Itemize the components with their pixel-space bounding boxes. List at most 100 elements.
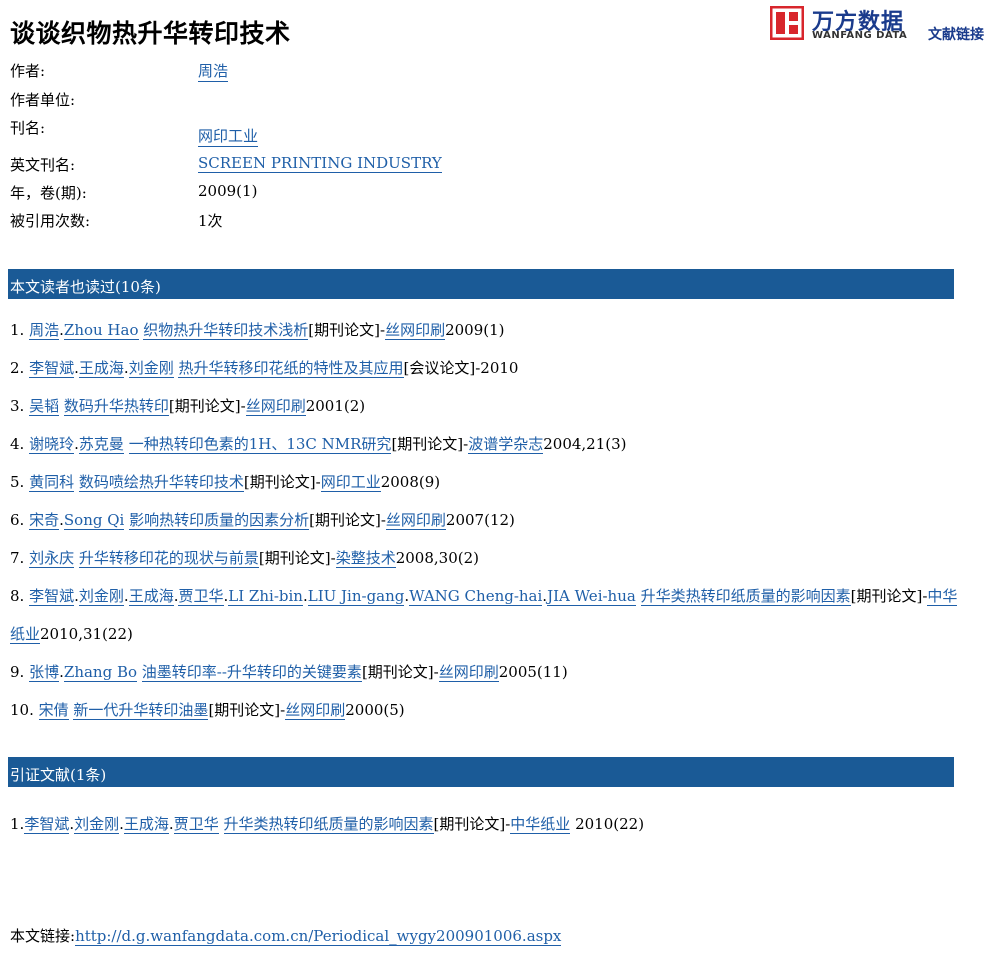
author-link[interactable]: 刘永庆 <box>29 549 75 568</box>
article-title-link[interactable]: 数码喷绘热升华转印技术 <box>78 473 244 492</box>
reader-number: 3. <box>10 397 30 415</box>
footer: 本文链接:http://d.g.wanfangdata.com.cn/Perio… <box>10 925 562 946</box>
author-link[interactable]: Zhou Hao <box>63 321 139 340</box>
citation-number: 1. <box>10 815 25 833</box>
issue-info: 2004,21(3) <box>543 435 627 453</box>
source-journal-link[interactable]: 丝网印刷 <box>385 511 446 530</box>
source-journal-link[interactable]: 网印工业 <box>320 473 381 492</box>
issue-info: 2000(5) <box>345 701 405 719</box>
article-title-link[interactable]: 热升华转移印花纸的特性及其应用 <box>178 359 404 378</box>
author-link[interactable]: 张博 <box>29 663 60 682</box>
source-journal-link[interactable]: 中华纸业 <box>510 815 571 834</box>
page-title: 谈谈织物热升华转印技术 <box>10 19 291 48</box>
article-title-link[interactable]: 一种热转印色素的1H、13C NMR研究 <box>128 435 392 454</box>
author-link[interactable]: 李智斌 <box>29 587 75 606</box>
author-link[interactable]: 吴韬 <box>29 397 60 416</box>
reader-number: 4. <box>10 435 30 453</box>
en-journal-label: 英文刊名: <box>10 156 76 174</box>
author-link[interactable]: 刘金刚 <box>78 587 124 606</box>
author-link[interactable]: 王成海 <box>78 359 124 378</box>
reader-item: 10. 宋倩 新一代升华转印油墨[期刊论文]-丝网印刷2000(5) <box>10 691 960 729</box>
author-link[interactable]: Zhang Bo <box>63 663 138 682</box>
journal-link[interactable]: 网印工业 <box>198 125 259 147</box>
journal-label: 刊名: <box>10 119 46 137</box>
author-link[interactable]: 周浩 <box>29 321 60 340</box>
author-link[interactable]: WANG Cheng-hai <box>409 587 543 606</box>
author-link[interactable]: 黄同科 <box>29 473 75 492</box>
author-link[interactable]: 李智斌 <box>29 359 75 378</box>
reader-item: 8. 李智斌.刘金刚.王成海.贾卫华.LI Zhi-bin.LIU Jin-ga… <box>10 577 960 653</box>
article-type: [期刊论文]- <box>850 587 928 605</box>
source-journal-link[interactable]: 丝网印刷 <box>245 397 306 416</box>
reader-number: 7. <box>10 549 30 567</box>
article-title-link[interactable]: 升华转移印花的现状与前景 <box>78 549 259 568</box>
issue-info: 2009(1) <box>445 321 505 339</box>
article-title-link[interactable]: 升华类热转印纸质量的影响因素 <box>223 815 434 834</box>
author-link[interactable]: LIU Jin-gang <box>307 587 405 606</box>
author-link[interactable]: 贾卫华 <box>173 815 219 834</box>
article-type: [期刊论文]- <box>433 815 511 833</box>
readers-header: 本文读者也读过(10条) <box>8 269 954 299</box>
citation-item: 1.李智斌.刘金刚.王成海.贾卫华 升华类热转印纸质量的影响因素[期刊论文]-中… <box>10 805 960 843</box>
article-type: [期刊论文]- <box>243 473 321 491</box>
author-label: 作者: <box>10 62 46 80</box>
author-link[interactable]: LI Zhi-bin <box>228 587 303 606</box>
author-link[interactable]: 王成海 <box>128 587 174 606</box>
article-type: [会议论文]-2010 <box>403 359 519 377</box>
author-link[interactable]: JIA Wei-hua <box>547 587 636 606</box>
footer-label: 本文链接: <box>10 927 76 945</box>
reader-number: 6. <box>10 511 30 529</box>
source-journal-link[interactable]: 波谱学杂志 <box>468 435 544 454</box>
author-link[interactable]: 李智斌 <box>24 815 70 834</box>
author-link[interactable]: 谢晓玲 <box>29 435 75 454</box>
reader-item: 2. 李智斌.王成海.刘金刚 热升华转移印花纸的特性及其应用[会议论文]-201… <box>10 349 960 387</box>
article-title-link[interactable]: 影响热转印质量的因素分析 <box>129 511 310 530</box>
wanfang-logo-icon <box>770 6 804 40</box>
source-journal-link[interactable]: 染整技术 <box>335 549 396 568</box>
author-link[interactable]: 宋倩 <box>38 701 69 720</box>
year-label: 年，卷(期): <box>10 184 87 202</box>
author-link[interactable]: 周浩 <box>198 60 229 82</box>
article-title-link[interactable]: 升华类热转印纸质量的影响因素 <box>640 587 851 606</box>
article-title-link[interactable]: 新一代升华转印油墨 <box>73 701 209 720</box>
readers-list: 1. 周浩.Zhou Hao 织物热升华转印技术浅析[期刊论文]-丝网印刷200… <box>10 311 960 729</box>
article-type: [期刊论文]- <box>391 435 469 453</box>
author-link[interactable]: 苏克曼 <box>78 435 124 454</box>
logo-link-text: 文献链接 <box>928 27 984 43</box>
reader-item: 5. 黄同科 数码喷绘热升华转印技术[期刊论文]-网印工业2008(9) <box>10 463 960 501</box>
year-value: 2009(1) <box>198 182 258 200</box>
author-link[interactable]: 王成海 <box>123 815 169 834</box>
citations-header: 引证文献(1条) <box>8 757 954 787</box>
issue-info: 2010,31(22) <box>40 625 133 643</box>
author-separator: . <box>123 587 129 605</box>
source-journal-link[interactable]: 丝网印刷 <box>285 701 346 720</box>
article-title-link[interactable]: 数码升华热转印 <box>63 397 169 416</box>
article-type: [期刊论文]- <box>168 397 246 415</box>
issue-info: 2005(11) <box>498 663 568 681</box>
article-title-link[interactable]: 油墨转印率--升华转印的关键要素 <box>141 663 362 682</box>
article-type: [期刊论文]- <box>308 321 386 339</box>
author-link[interactable]: 贾卫华 <box>178 587 224 606</box>
source-journal-link[interactable]: 丝网印刷 <box>438 663 499 682</box>
author-separator: . <box>123 359 129 377</box>
wanfang-logo[interactable]: 万方数据 WANFANG DATA 文献链接 <box>770 2 995 44</box>
affiliation-label: 作者单位: <box>10 91 76 109</box>
author-link[interactable]: 宋奇 <box>29 511 60 530</box>
logo-sub: WANFANG DATA <box>812 30 908 41</box>
author-link[interactable]: 刘金刚 <box>128 359 174 378</box>
article-type: [期刊论文]- <box>309 511 386 529</box>
article-type: [期刊论文]- <box>361 663 439 681</box>
reader-item: 9. 张博.Zhang Bo 油墨转印率--升华转印的关键要素[期刊论文]-丝网… <box>10 653 960 691</box>
footer-url-link[interactable]: http://d.g.wanfangdata.com.cn/Periodical… <box>75 927 562 946</box>
issue-info: 2008,30(2) <box>395 549 479 567</box>
author-link[interactable]: Song Qi <box>63 511 125 530</box>
article-title-link[interactable]: 织物热升华转印技术浅析 <box>143 321 309 340</box>
author-link[interactable]: 刘金刚 <box>74 815 120 834</box>
source-journal-link[interactable]: 丝网印刷 <box>385 321 446 340</box>
en-journal-link[interactable]: SCREEN PRINTING INDUSTRY <box>198 154 442 173</box>
article-type: [期刊论文]- <box>258 549 336 567</box>
reader-number: 9. <box>10 663 30 681</box>
